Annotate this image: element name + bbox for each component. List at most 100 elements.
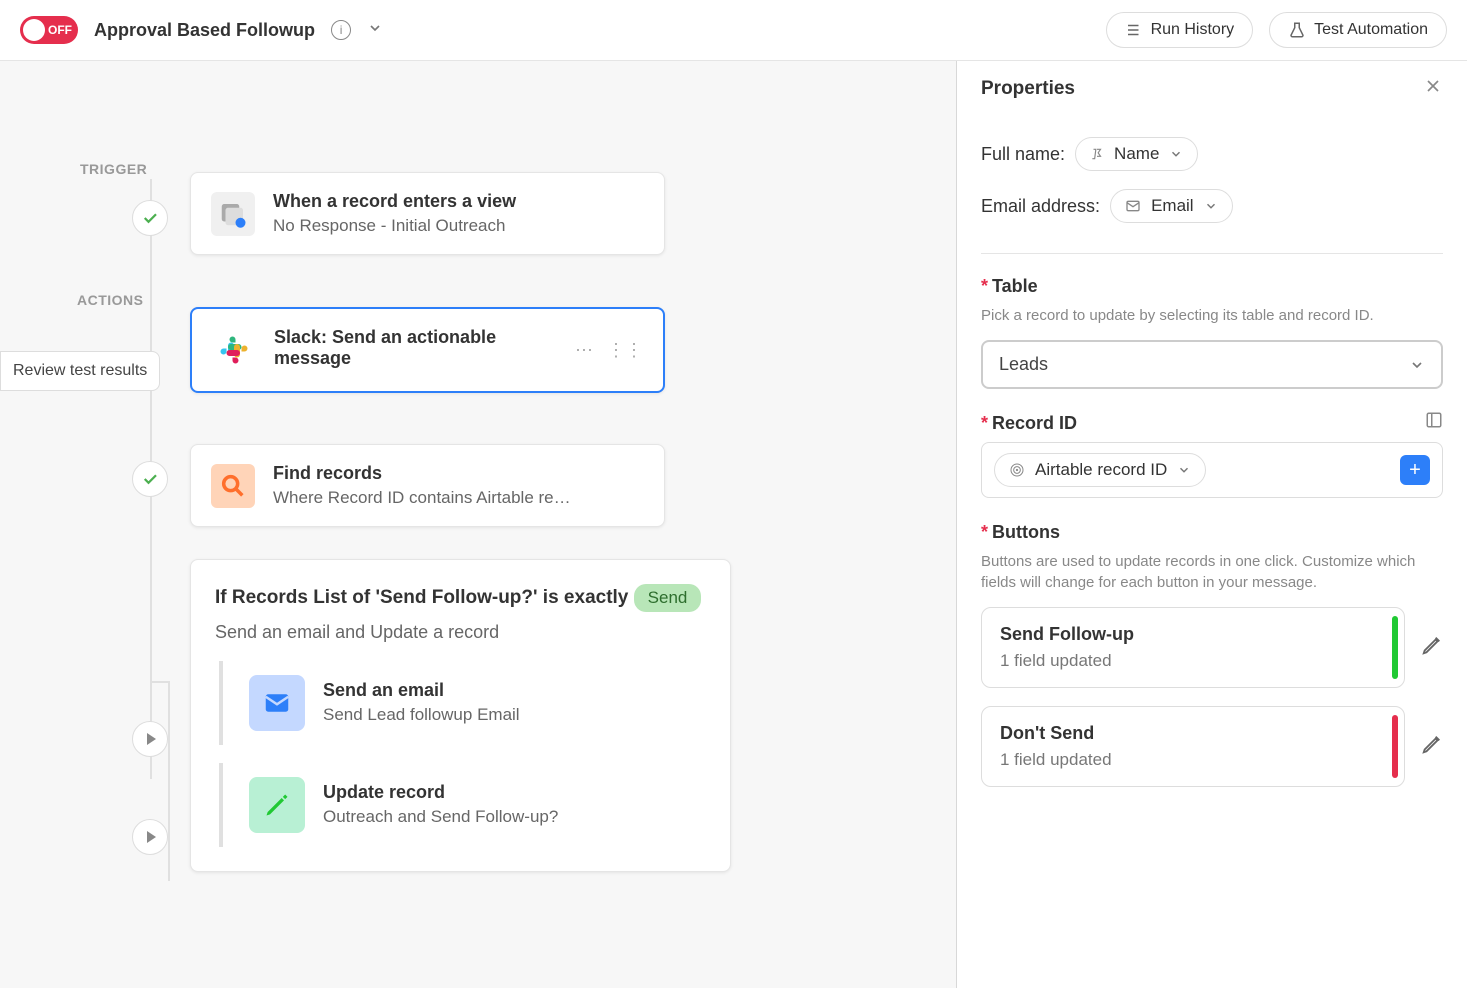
trigger-status-check[interactable] [132,200,168,236]
edit-button-2[interactable] [1421,733,1443,761]
slack-icon [212,328,256,372]
condition-title: If Records List of 'Send Follow-up?' is … [215,587,701,608]
button-1-row: Send Follow-up 1 field updated [981,607,1443,688]
send-email-action[interactable]: Send an email Send Lead followup Email [219,661,706,745]
run-history-label: Run History [1151,21,1235,39]
email-row: Email address: Email [981,189,1443,223]
flask-icon [1288,21,1306,39]
button-2-row: Don't Send 1 field updated [981,706,1443,787]
table-value: Leads [999,354,1048,375]
chevron-down-icon [1409,357,1425,373]
dont-send-button-card[interactable]: Don't Send 1 field updated [981,706,1405,787]
buttons-label: *Buttons [981,522,1443,543]
app-header: OFF Approval Based Followup i Run Histor… [0,0,1467,61]
table-label: *Table [981,276,1443,297]
play-icon [147,831,156,843]
pencil-icon [249,777,305,833]
record-id-token-label: Airtable record ID [1035,460,1167,480]
main-layout: TRIGGER ACTIONS Review test results When… [0,61,1467,988]
trigger-card[interactable]: When a record enters a view No Response … [190,172,665,255]
find-card-sub: Where Record ID contains Airtable re… [273,488,644,508]
condition-card[interactable]: If Records List of 'Send Follow-up?' is … [190,559,731,872]
button-1-title: Send Follow-up [1000,624,1386,645]
chevron-down-icon [1204,199,1218,213]
check-icon [141,470,159,488]
email-status-play[interactable] [132,721,168,757]
button-1-color-bar [1392,616,1398,679]
update-record-action[interactable]: Update record Outreach and Send Follow-u… [219,763,706,847]
button-2-sub: 1 field updated [1000,750,1386,770]
slack-action-card[interactable]: Slack: Send an actionable message ⋯ ⋮⋮ [190,307,665,393]
panel-title: Properties [981,78,1075,100]
drag-handle-icon[interactable]: ⋮⋮ [607,340,643,361]
panel-body[interactable]: Full name: Name Email address: Email [957,117,1467,988]
chevron-down-icon[interactable] [367,20,383,41]
automation-title: Approval Based Followup [94,20,315,41]
update-action-title: Update record [323,782,558,803]
update-action-sub: Outreach and Send Follow-up? [323,807,558,827]
trigger-card-title: When a record enters a view [273,191,644,212]
email-label: Email address: [981,196,1100,217]
full-name-label: Full name: [981,144,1065,165]
automation-toggle[interactable]: OFF [20,16,78,44]
list-icon [1125,21,1143,39]
name-token[interactable]: Name [1075,137,1198,171]
more-icon[interactable]: ⋯ [575,340,593,361]
properties-panel: Properties Full name: Name Email address… [957,61,1467,988]
email-icon [249,675,305,731]
buttons-help-text: Buttons are used to update records in on… [981,551,1443,593]
send-followup-button-card[interactable]: Send Follow-up 1 field updated [981,607,1405,688]
button-2-color-bar [1392,715,1398,778]
expand-icon[interactable] [1425,411,1443,434]
update-status-play[interactable] [132,819,168,855]
flow-branch-h [150,681,170,683]
divider [981,253,1443,254]
full-name-row: Full name: Name [981,137,1443,171]
review-test-results-tab[interactable]: Review test results [0,351,160,391]
check-icon [141,209,159,227]
search-icon [211,464,255,508]
view-icon [211,192,255,236]
card-menu: ⋯ ⋮⋮ [575,340,643,361]
run-history-button[interactable]: Run History [1106,12,1254,48]
actions-section-label: ACTIONS [77,292,144,308]
send-badge: Send [634,584,702,612]
email-token[interactable]: Email [1110,189,1233,223]
edit-button-1[interactable] [1421,634,1443,662]
table-select[interactable]: Leads [981,340,1443,389]
find-status-check[interactable] [132,461,168,497]
email-action-title: Send an email [323,680,520,701]
fingerprint-icon [1009,462,1025,478]
automation-canvas[interactable]: TRIGGER ACTIONS Review test results When… [0,61,957,988]
table-help-text: Pick a record to update by selecting its… [981,305,1443,326]
trigger-section-label: TRIGGER [80,161,147,177]
add-token-button[interactable]: + [1400,455,1430,485]
record-id-token[interactable]: Airtable record ID [994,453,1206,487]
pencil-icon [1421,634,1443,656]
formula-icon [1090,147,1104,161]
condition-sub: Send an email and Update a record [215,622,706,643]
email-token-label: Email [1151,196,1194,216]
email-action-sub: Send Lead followup Email [323,705,520,725]
chevron-down-icon [1169,147,1183,161]
close-icon[interactable] [1423,76,1443,102]
test-automation-button[interactable]: Test Automation [1269,12,1447,48]
flow-branch-v [168,681,170,881]
button-1-sub: 1 field updated [1000,651,1386,671]
find-card-title: Find records [273,463,644,484]
toggle-state-label: OFF [48,23,72,37]
info-icon[interactable]: i [331,20,351,40]
envelope-icon [1125,198,1141,214]
slack-card-title: Slack: Send an actionable message [274,327,557,369]
chevron-down-icon [1177,463,1191,477]
test-automation-label: Test Automation [1314,21,1428,39]
record-id-field[interactable]: Airtable record ID + [981,442,1443,498]
toggle-knob [23,19,45,41]
play-icon [147,733,156,745]
trigger-card-sub: No Response - Initial Outreach [273,216,644,236]
pencil-icon [1421,733,1443,755]
find-records-card[interactable]: Find records Where Record ID contains Ai… [190,444,665,527]
panel-header: Properties [957,61,1467,117]
name-token-label: Name [1114,144,1159,164]
button-2-title: Don't Send [1000,723,1386,744]
